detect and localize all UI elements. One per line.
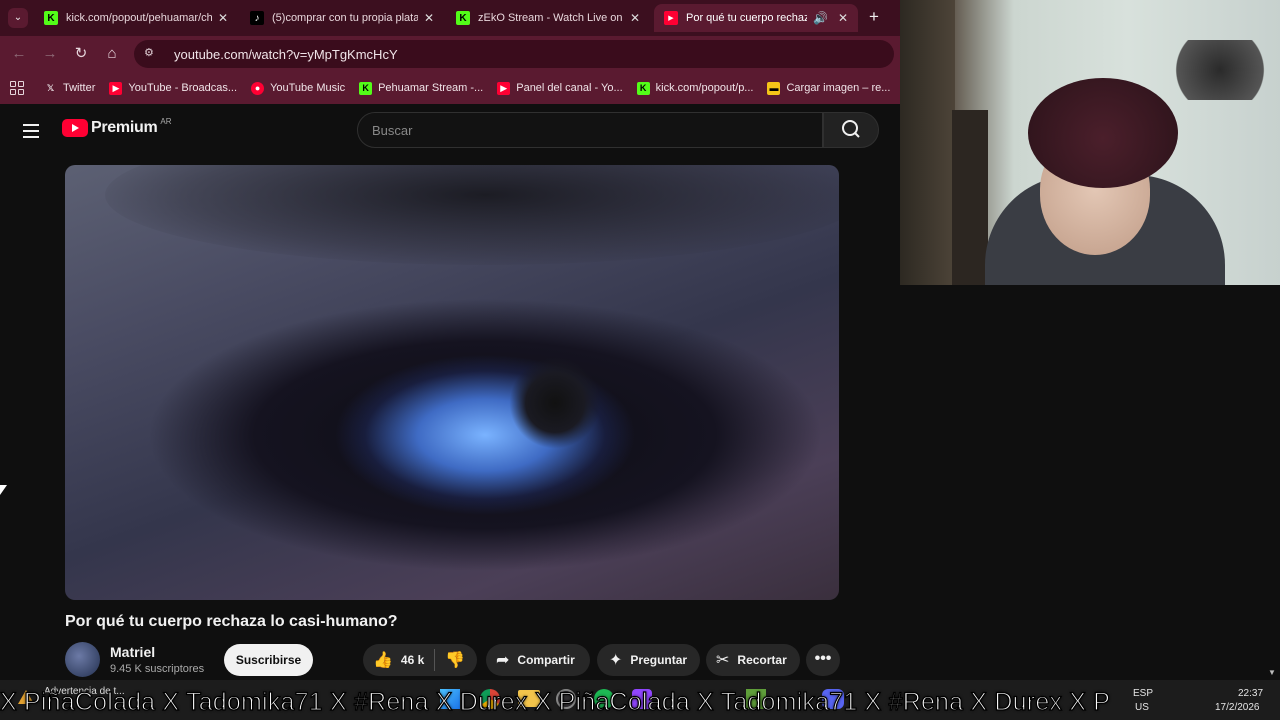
share-icon: ➦: [496, 652, 510, 669]
speaker-icon[interactable]: 🔊: [813, 11, 828, 25]
divider: [434, 649, 436, 671]
mouse-cursor-icon: [0, 485, 7, 495]
bookmark-youtube-broadcast[interactable]: ▶ YouTube - Broadcas...: [109, 81, 238, 95]
bookmark-label: YouTube - Broadcas...: [128, 82, 238, 94]
tab-search-dropdown[interactable]: ⌄: [8, 8, 28, 28]
video-player[interactable]: [65, 165, 839, 600]
search-icon: [842, 120, 860, 138]
bookmark-twitter[interactable]: 𝕏 Twitter: [44, 82, 96, 95]
tab-title: (5)comprar con tu propia plata: [272, 12, 418, 24]
scissors-icon: ✂: [716, 652, 730, 669]
tab-zeko-stream[interactable]: K zEkO Stream - Watch Live on K ✕: [446, 4, 650, 32]
tab-title: zEkO Stream - Watch Live on K: [478, 12, 624, 24]
bookmark-label: Pehuamar Stream -...: [378, 82, 484, 94]
kick-icon: K: [44, 11, 58, 25]
bookmark-label: Twitter: [63, 82, 96, 94]
clip-button[interactable]: ✂ Recortar: [706, 644, 800, 676]
youtube-logo-icon: [62, 119, 88, 137]
stream-ticker: X PiñaColada X Tadomika71 X #Rena X Dure…: [0, 688, 1111, 717]
kick-icon: K: [359, 81, 373, 95]
home-icon[interactable]: ⌂: [102, 44, 122, 64]
subscribe-button[interactable]: Suscribirse: [224, 644, 313, 676]
tab-kick-popout[interactable]: K kick.com/popout/pehuamar/ch ✕: [34, 4, 238, 32]
bookmark-pehuamar-stream[interactable]: K Pehuamar Stream -...: [359, 81, 484, 95]
youtube-music-icon: ●: [251, 81, 265, 95]
ask-button[interactable]: ✦ Preguntar: [597, 644, 700, 676]
close-tab-icon[interactable]: ✕: [218, 11, 228, 25]
like-count[interactable]: 46 k: [401, 653, 424, 667]
search-input[interactable]: Buscar: [357, 112, 823, 148]
share-button[interactable]: ➦ Compartir: [486, 644, 590, 676]
browser-tab-strip: ⌄ K kick.com/popout/pehuamar/ch ✕ ♪ (5)c…: [0, 0, 900, 36]
logo-text: Premium: [91, 119, 158, 136]
url-text: youtube.com/watch?v=yMpTgKmcHcY: [174, 46, 398, 62]
more-actions-button[interactable]: •••: [806, 644, 840, 676]
menu-icon[interactable]: [23, 124, 39, 142]
ask-label: Preguntar: [630, 653, 688, 667]
channel-avatar[interactable]: [65, 642, 100, 677]
thumbs-down-icon[interactable]: 👎: [445, 650, 465, 670]
bookmark-label: YouTube Music: [270, 82, 346, 94]
tab-title: kick.com/popout/pehuamar/ch: [66, 12, 212, 24]
x-icon: 𝕏: [46, 82, 55, 93]
youtube-page: Premium AR Buscar Por qué tu cuerpo rech…: [0, 104, 900, 680]
bookmarks-bar: 𝕏 Twitter ▶ YouTube - Broadcas... ● YouTube…: [0, 72, 918, 104]
like-dislike-group: 👍 46 k 👎: [363, 644, 477, 676]
video-title: Por qué tu cuerpo rechaza lo casi-humano…: [65, 613, 398, 630]
apps-grid-icon[interactable]: [10, 81, 24, 95]
youtube-icon: ▶: [497, 81, 511, 95]
youtube-premium-logo[interactable]: Premium AR: [62, 117, 172, 137]
reload-icon[interactable]: ↻: [71, 44, 91, 64]
webcam-cabinet: [952, 110, 988, 285]
bookmark-panel-del-canal[interactable]: ▶ Panel del canal - Yo...: [497, 81, 623, 95]
webcam-person-hair: [1028, 78, 1178, 188]
tab-youtube-active[interactable]: ▶ Por qué tu cuerpo rechaza l 🔊 ✕: [654, 4, 858, 32]
channel-name[interactable]: Matriel: [110, 644, 155, 660]
image-upload-icon: ▬: [767, 81, 781, 95]
tiktok-icon: ♪: [250, 11, 264, 25]
tab-tiktok[interactable]: ♪ (5)comprar con tu propia plata ✕: [240, 4, 444, 32]
bookmark-label: Panel del canal - Yo...: [516, 82, 623, 94]
close-tab-icon[interactable]: ✕: [838, 11, 848, 25]
bookmark-kick-popout[interactable]: Kkick.com/popout/p...: [636, 81, 754, 95]
kick-icon: K: [636, 81, 650, 95]
back-icon[interactable]: ←: [9, 44, 29, 64]
site-settings-icon[interactable]: ⚙: [144, 46, 160, 62]
bookmark-youtube-music[interactable]: ● YouTube Music: [251, 81, 346, 95]
youtube-icon: ▶: [109, 81, 123, 95]
close-tab-icon[interactable]: ✕: [424, 11, 434, 25]
webcam-overlay: [900, 0, 1280, 285]
webcam-shelf-items: [1175, 40, 1265, 100]
kick-icon: K: [456, 11, 470, 25]
search-button[interactable]: [823, 112, 879, 148]
new-tab-button[interactable]: +: [866, 8, 882, 26]
clip-label: Recortar: [737, 653, 787, 667]
bookmark-label: Cargar imagen – re...: [786, 82, 891, 94]
share-label: Compartir: [517, 653, 575, 667]
youtube-icon: ▶: [664, 11, 678, 25]
bookmark-label: kick.com/popout/p...: [655, 82, 754, 94]
webcam-door: [900, 0, 955, 285]
forward-icon[interactable]: →: [40, 44, 60, 64]
bookmark-cargar-imagen[interactable]: ▬ Cargar imagen – re...: [767, 81, 891, 95]
thumbs-up-icon[interactable]: 👍: [373, 650, 393, 670]
close-tab-icon[interactable]: ✕: [630, 11, 640, 25]
browser-toolbar: ← → ↻ ⌂ ⚙ youtube.com/watch?v=yMpTgKmcHc…: [0, 36, 900, 72]
tab-title: Por qué tu cuerpo rechaza l: [686, 12, 807, 24]
video-frame-eyebrow: [105, 165, 839, 265]
search-placeholder: Buscar: [372, 122, 413, 138]
subscriber-count: 9.45 K suscriptores: [110, 663, 205, 675]
sparkle-icon: ✦: [609, 652, 623, 669]
country-code: AR: [160, 117, 172, 126]
scroll-down-arrow-icon[interactable]: ▼: [1268, 668, 1276, 677]
address-bar[interactable]: ⚙ youtube.com/watch?v=yMpTgKmcHcY: [134, 40, 894, 68]
